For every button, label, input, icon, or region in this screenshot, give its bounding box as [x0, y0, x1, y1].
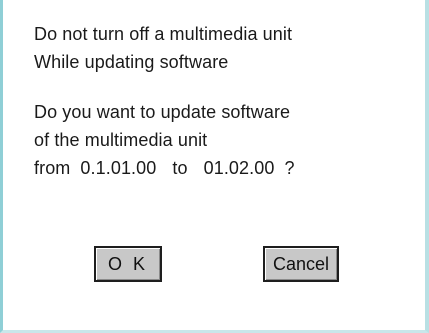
update-confirmation-dialog: Do not turn off a multimedia unit While …	[0, 0, 429, 333]
from-label: from	[34, 158, 71, 178]
version-line: from 0.1.01.00 to 01.02.00?	[34, 154, 295, 182]
question-line-2: of the multimedia unit	[34, 130, 208, 150]
current-version: 0.1.01.00	[80, 158, 157, 178]
question-line-1: Do you want to update software	[34, 102, 291, 122]
warning-message: Do not turn off a multimedia unit While …	[34, 20, 292, 76]
ok-button[interactable]: O K	[94, 246, 162, 282]
update-question: Do you want to update software of the mu…	[34, 98, 295, 182]
warning-line-2: While updating software	[34, 52, 229, 72]
cancel-button[interactable]: Cancel	[263, 246, 339, 282]
new-version: 01.02.00	[203, 158, 275, 178]
question-mark: ?	[284, 158, 295, 178]
warning-line-1: Do not turn off a multimedia unit	[34, 24, 293, 44]
to-label: to	[172, 158, 188, 178]
